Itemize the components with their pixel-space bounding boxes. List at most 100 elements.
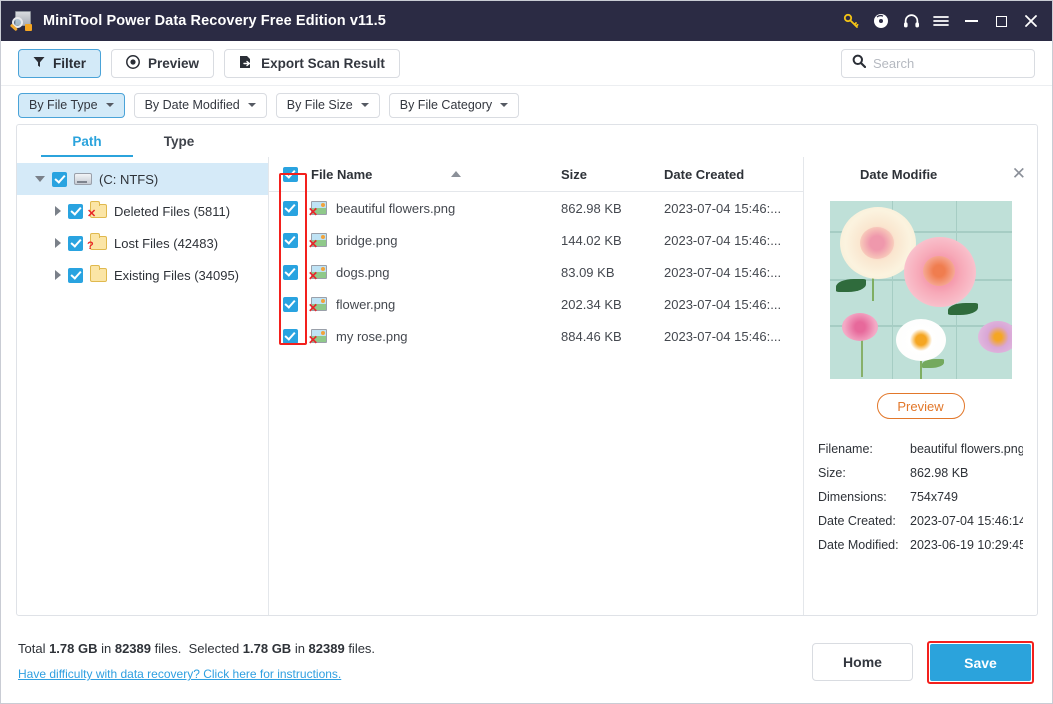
row-checkbox[interactable]	[282, 328, 298, 344]
chevron-down-icon	[360, 103, 369, 107]
column-header-file-name[interactable]: File Name	[311, 167, 561, 182]
chevron-right-icon[interactable]	[55, 206, 61, 216]
tree-item-deleted-files[interactable]: ✕ Deleted Files (5811)	[17, 195, 268, 227]
meta-size-row: Size: 862.98 KB	[818, 461, 1023, 485]
selected-mid: in	[291, 641, 309, 656]
help-link[interactable]: Have difficulty with data recovery? Clic…	[18, 667, 341, 681]
sort-ascending-icon	[451, 171, 462, 177]
home-button[interactable]: Home	[812, 643, 913, 681]
row-size: 202.34 KB	[561, 296, 622, 312]
preview-metadata: Filename: beautiful flowers.png Size: 86…	[818, 437, 1023, 557]
total-mid: in	[97, 641, 115, 656]
png-file-icon: ✕	[308, 201, 327, 218]
table-row[interactable]: ✕ flower.png 202.34 KB 2023-07-04 15:46:…	[269, 288, 911, 320]
hamburger-menu-icon[interactable]	[926, 6, 956, 36]
select-all-cell[interactable]	[269, 166, 311, 182]
filter-bar: By File Type By Date Modified By File Si…	[1, 86, 1052, 124]
export-icon	[239, 55, 253, 72]
close-icon[interactable]	[1016, 6, 1046, 36]
folder-lost-icon: ?	[87, 233, 107, 252]
meta-modified-value: 2023-06-19 10:29:45	[910, 538, 1023, 552]
row-name-cell: ✕ dogs.png	[308, 264, 561, 283]
row-checkbox[interactable]	[282, 232, 298, 248]
table-row[interactable]: ✕ beautiful flowers.png 862.98 KB 2023-0…	[269, 192, 911, 224]
disc-icon[interactable]	[866, 6, 896, 36]
minimize-icon[interactable]	[956, 6, 986, 36]
save-button[interactable]: Save	[930, 644, 1031, 681]
preview-thumbnail	[829, 201, 1012, 379]
close-icon[interactable]: ✕	[1012, 165, 1026, 182]
column-header-size[interactable]: Size	[561, 167, 664, 182]
path-tree: (C: NTFS) ✕ Deleted Files (5811) ? Lost …	[17, 157, 269, 615]
filter-by-date-modified[interactable]: By Date Modified	[133, 92, 267, 118]
window-title: MiniTool Power Data Recovery Free Editio…	[43, 13, 386, 29]
row-checkbox-cell[interactable]	[269, 232, 311, 248]
selected-size: 1.78 GB	[242, 641, 292, 656]
title-bar: MiniTool Power Data Recovery Free Editio…	[1, 1, 1052, 41]
row-checkbox-cell[interactable]	[269, 296, 311, 312]
row-checkbox[interactable]	[282, 264, 298, 280]
tree-checkbox-existing[interactable]	[68, 267, 83, 283]
row-checkbox[interactable]	[282, 200, 298, 216]
row-checkbox-cell[interactable]	[269, 200, 311, 216]
selected-suffix: files.	[344, 641, 376, 656]
total-count: 82389	[114, 641, 151, 656]
row-size: 144.02 KB	[561, 232, 622, 248]
tree-checkbox-deleted[interactable]	[68, 203, 83, 219]
row-file-name: dogs.png	[336, 264, 390, 280]
drive-icon	[74, 173, 92, 185]
preview-image-button[interactable]: Preview	[876, 393, 965, 419]
file-list-header: File Name Size Date Created Date Modifie	[269, 157, 937, 192]
row-checkbox-cell[interactable]	[269, 328, 311, 344]
select-all-checkbox[interactable]	[282, 166, 298, 182]
tab-type[interactable]: Type	[133, 127, 225, 157]
row-size: 83.09 KB	[561, 264, 615, 280]
column-header-file-name-label: File Name	[311, 166, 373, 182]
main-toolbar: Filter Preview Export Scan Result	[1, 41, 1052, 86]
table-row[interactable]: ✕ dogs.png 83.09 KB 2023-07-04 15:46:...…	[269, 256, 911, 288]
tab-path[interactable]: Path	[41, 127, 133, 157]
meta-created-label: Date Created:	[818, 514, 896, 528]
row-file-name: beautiful flowers.png	[336, 200, 456, 216]
export-scan-result-button[interactable]: Export Scan Result	[224, 48, 400, 78]
export-button-label: Export Scan Result	[261, 55, 385, 71]
tree-checkbox-drive[interactable]	[52, 171, 67, 187]
funnel-icon	[33, 56, 45, 71]
meta-modified-row: Date Modified: 2023-06-19 10:29:45	[818, 533, 1023, 557]
filter-by-file-category[interactable]: By File Category	[388, 92, 520, 118]
meta-dimensions-row: Dimensions: 754x749	[818, 485, 1023, 509]
row-checkbox-cell[interactable]	[269, 264, 311, 280]
tree-item-lost-label: Lost Files (42483)	[114, 235, 219, 251]
chevron-down-icon	[247, 103, 256, 107]
row-size: 884.46 KB	[561, 328, 622, 344]
preview-button[interactable]: Preview	[111, 48, 215, 78]
filter-by-file-size[interactable]: By File Size	[275, 92, 380, 118]
tree-checkbox-lost[interactable]	[68, 235, 83, 251]
search-input[interactable]	[873, 55, 1024, 71]
table-row[interactable]: ✕ bridge.png 144.02 KB 2023-07-04 15:46:…	[269, 224, 911, 256]
filter-by-file-type[interactable]: By File Type	[18, 92, 125, 118]
panel-body: (C: NTFS) ✕ Deleted Files (5811) ? Lost …	[17, 157, 1037, 615]
search-icon	[852, 54, 867, 73]
tree-item-drive-label: (C: NTFS)	[99, 171, 159, 187]
row-checkbox[interactable]	[282, 296, 298, 312]
filter-by-date-modified-label: By Date Modified	[144, 98, 240, 112]
row-name-cell: ✕ my rose.png	[308, 329, 561, 347]
eye-circle-icon	[126, 54, 140, 72]
tree-item-existing-files[interactable]: Existing Files (34095)	[17, 259, 268, 291]
meta-size-value: 862.98 KB	[910, 466, 969, 480]
annotation-highlight-save: Save	[927, 641, 1034, 684]
chevron-right-icon[interactable]	[55, 238, 61, 248]
search-box[interactable]	[841, 48, 1035, 78]
chevron-down-icon[interactable]	[35, 176, 45, 182]
chevron-right-icon[interactable]	[55, 270, 61, 280]
tree-item-lost-files[interactable]: ? Lost Files (42483)	[17, 227, 268, 259]
maximize-icon[interactable]	[986, 6, 1016, 36]
tree-item-drive[interactable]: (C: NTFS)	[17, 163, 268, 195]
filter-button[interactable]: Filter	[18, 48, 102, 78]
row-name-cell: ✕ flower.png	[308, 297, 561, 315]
table-row[interactable]: ✕ my rose.png 884.46 KB 2023-07-04 15:46…	[269, 320, 911, 352]
key-icon[interactable]	[836, 6, 866, 36]
png-file-icon: ✕	[308, 265, 327, 282]
headset-icon[interactable]	[896, 6, 926, 36]
